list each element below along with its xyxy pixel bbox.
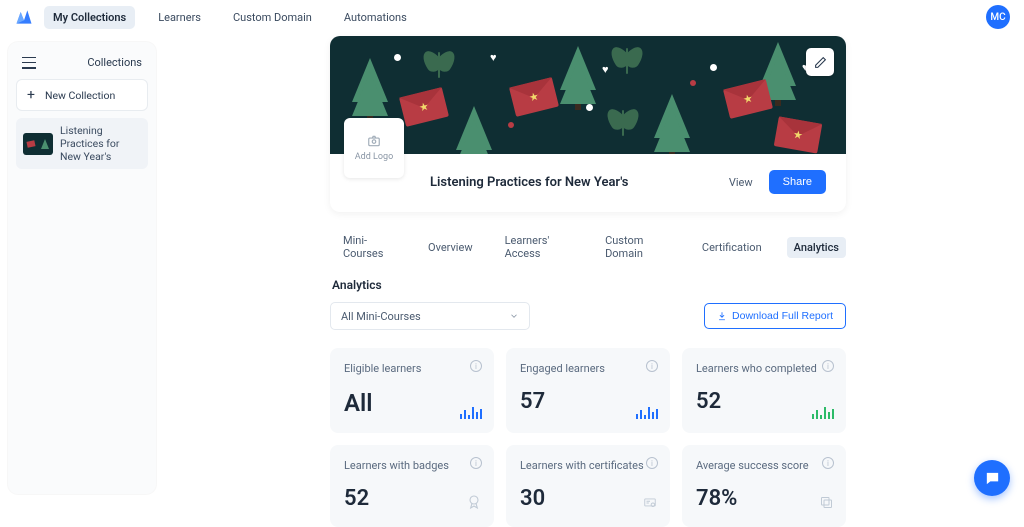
app-logo: [14, 7, 34, 27]
sidebar-menu-icon[interactable]: [22, 57, 36, 69]
badge-icon: [466, 494, 482, 513]
new-collection-label: New Collection: [45, 89, 115, 102]
download-icon: [717, 311, 727, 321]
tab-overview[interactable]: Overview: [421, 237, 480, 258]
top-nav: My Collections Learners Custom Domain Au…: [0, 0, 1024, 34]
nav-tab-automations[interactable]: Automations: [335, 6, 416, 29]
card-label: Learners who completed: [696, 362, 832, 375]
edit-banner-button[interactable]: [806, 48, 834, 76]
tab-mini-courses[interactable]: Mini-Courses: [336, 230, 403, 264]
banner-bar: Add Logo Listening Practices for New Yea…: [330, 154, 846, 212]
analytics-cards: Eligible learners i All Engaged learners…: [330, 348, 846, 527]
collection-thumb: [23, 133, 53, 155]
chat-icon: [984, 470, 1001, 487]
sidebar-item-label: Listening Practices for New Year's: [60, 124, 141, 163]
banner-card: ★ ★ ★ ★ ♥ ♥ ♥ Add Logo Listening Pract: [330, 36, 846, 212]
filter-row: All Mini-Courses Download Full Report: [330, 302, 846, 330]
download-report-label: Download Full Report: [732, 310, 833, 322]
nav-tabs: My Collections Learners Custom Domain Au…: [44, 6, 416, 29]
view-link[interactable]: View: [729, 176, 753, 189]
sidebar-item-listening-practices[interactable]: Listening Practices for New Year's: [16, 118, 148, 169]
chevron-down-icon: [509, 311, 519, 321]
info-icon[interactable]: i: [646, 457, 658, 469]
sidebar-title: Collections: [87, 56, 142, 69]
course-tabs: Mini-Courses Overview Learners' Access C…: [330, 230, 846, 264]
pencil-icon: [814, 56, 827, 69]
info-icon[interactable]: i: [470, 360, 482, 372]
card-learners-certificates: Learners with certificates i 30: [506, 445, 670, 527]
plus-icon: +: [27, 88, 35, 102]
spark-icon: [460, 405, 482, 419]
card-label: Learners with badges: [344, 459, 480, 472]
banner-image: ★ ★ ★ ★ ♥ ♥ ♥: [330, 36, 846, 154]
copy-icon: [819, 495, 834, 513]
main: ★ ★ ★ ★ ♥ ♥ ♥ Add Logo Listening Pract: [330, 36, 846, 527]
card-value: 78%: [696, 486, 832, 511]
card-engaged-learners: Engaged learners i 57: [506, 348, 670, 433]
card-learners-badges: Learners with badges i 52: [330, 445, 494, 527]
course-filter-select[interactable]: All Mini-Courses: [330, 302, 530, 330]
info-icon[interactable]: i: [470, 457, 482, 469]
card-label: Eligible learners: [344, 362, 480, 375]
card-learners-completed: Learners who completed i 52: [682, 348, 846, 433]
info-icon[interactable]: i: [822, 457, 834, 469]
card-label: Learners with certificates: [520, 459, 656, 472]
download-report-button[interactable]: Download Full Report: [704, 303, 846, 329]
info-icon[interactable]: i: [646, 360, 658, 372]
card-avg-success-score: Average success score i 78%: [682, 445, 846, 527]
course-filter-label: All Mini-Courses: [341, 310, 421, 323]
tab-learners-access[interactable]: Learners' Access: [498, 230, 580, 264]
add-logo-label: Add Logo: [355, 152, 393, 162]
chat-button[interactable]: [974, 460, 1010, 496]
tab-custom-domain[interactable]: Custom Domain: [598, 230, 677, 264]
nav-tab-learners[interactable]: Learners: [149, 6, 210, 29]
new-collection-button[interactable]: + New Collection: [16, 79, 148, 111]
nav-tab-custom-domain[interactable]: Custom Domain: [224, 6, 321, 29]
camera-icon: [366, 134, 382, 148]
tab-certification[interactable]: Certification: [695, 237, 769, 258]
sidebar: Collections + New Collection Listening P…: [8, 42, 156, 494]
card-eligible-learners: Eligible learners i All: [330, 348, 494, 433]
nav-tab-my-collections[interactable]: My Collections: [44, 6, 135, 29]
card-value: 30: [520, 486, 656, 511]
certificate-icon: [642, 496, 658, 513]
course-title: Listening Practices for New Year's: [430, 175, 629, 190]
avatar[interactable]: MC: [986, 5, 1010, 29]
spark-icon: [812, 405, 834, 419]
info-icon[interactable]: i: [822, 360, 834, 372]
card-label: Engaged learners: [520, 362, 656, 375]
card-label: Average success score: [696, 459, 832, 472]
spark-icon: [636, 405, 658, 419]
share-button[interactable]: Share: [769, 170, 826, 194]
tab-analytics[interactable]: Analytics: [787, 237, 846, 258]
analytics-heading: Analytics: [332, 278, 846, 292]
add-logo-button[interactable]: Add Logo: [344, 118, 404, 178]
card-value: 52: [344, 486, 480, 511]
